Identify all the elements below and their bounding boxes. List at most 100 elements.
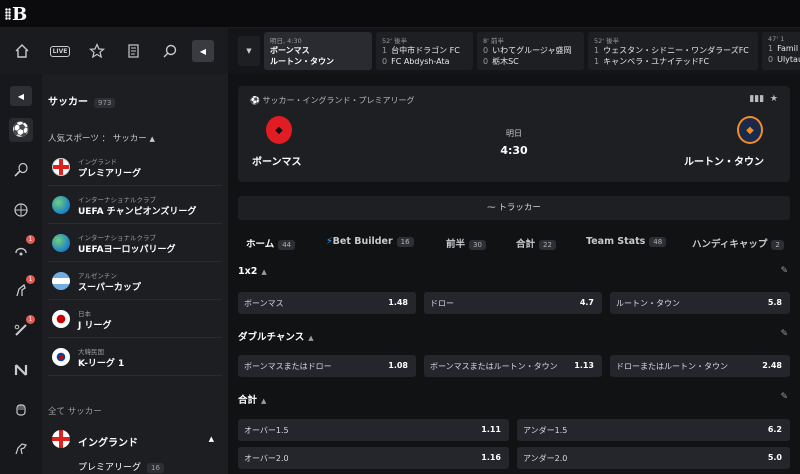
odds-button[interactable]: ルートン・タウン 5.8 (610, 292, 790, 314)
sidebar-league-k-league[interactable]: 大韓民国 K-リーグ 1 (48, 338, 222, 376)
odds-button[interactable]: ボーンマスまたはドロー 1.08 (238, 355, 416, 377)
market-title-double-chance[interactable]: ダブルチャンス ▲ (238, 329, 314, 343)
strip-match[interactable]: 52' 後半 1 台中市ドラゴン FC 0 FC Abdysh-Ata (376, 32, 473, 70)
star-icon[interactable]: ★ (770, 94, 778, 104)
tab-home[interactable]: ホーム 44 (246, 236, 296, 250)
market-title-total[interactable]: 合計 ▲ (238, 392, 266, 406)
top-bar: B (0, 0, 800, 28)
tennis-icon[interactable] (9, 158, 33, 182)
search-icon[interactable] (158, 40, 182, 62)
sidebar-league-super-cup[interactable]: アルゼンチン スーパーカップ (48, 262, 222, 300)
strip-away-score: 0 (483, 57, 489, 66)
tab-label: Team Stats (586, 236, 646, 247)
tracker-icon: ⁓ (487, 203, 496, 213)
odds-button[interactable]: ドロー 4.7 (424, 292, 602, 314)
odds-label: オーバー2.0 (244, 454, 289, 463)
header-actions: ▮▮▮ ★ (749, 94, 778, 104)
strip-match-time: 明日, 4:30 (270, 37, 302, 45)
horse-racing-icon[interactable]: 1 (9, 275, 35, 302)
sidebar-title-text: サッカー (48, 97, 88, 108)
sub-league-name: プレミアリーグ (78, 463, 142, 473)
sidebar-league-europa-league[interactable]: インターナショナルクラブ UEFAヨーロッパリーグ (48, 224, 222, 262)
sidebar-league-champions-league[interactable]: インターナショナルクラブ UEFA チャンピオンズリーグ (48, 186, 222, 224)
odds-label: ドロー (430, 299, 454, 308)
odds-value: 1.08 (388, 361, 408, 370)
tab-first-half[interactable]: 前半 30 (446, 236, 486, 250)
sports-rail: ⚽ 1 1 1 (0, 74, 42, 474)
tab-bet-builder[interactable]: ⚡Bet Builder 16 (326, 236, 414, 247)
sidebar-league-j-league[interactable]: 日本 J リーグ (48, 300, 222, 338)
match-header: ⚽ サッカー・イングランド・プレミアリーグ ▮▮▮ ★ ◆ ボーンマス 明日 4… (238, 86, 790, 182)
pin-icon[interactable]: ✎ (780, 392, 788, 402)
collapse-sidebar-button[interactable]: ◀ (192, 40, 214, 62)
odds-label: アンダー1.5 (523, 426, 568, 435)
betslip-icon[interactable] (122, 40, 146, 62)
basketball-icon[interactable] (9, 198, 33, 222)
sidebar-league-premier-league[interactable]: イングランド プレミアリーグ (48, 148, 222, 186)
pin-icon[interactable]: ✎ (780, 329, 788, 339)
odds-button[interactable]: アンダー1.5 6.2 (517, 419, 790, 441)
soccer-icon[interactable]: ⚽ (9, 118, 33, 142)
strip-match-away: ルートン・タウン (270, 57, 334, 66)
strip-match[interactable]: 明日, 4:30 ボーンマス ルートン・タウン (264, 32, 372, 70)
strip-match-time: 8' 前半 (483, 37, 504, 45)
brand-logo[interactable]: B (12, 4, 27, 25)
caret-up-icon: ▲ (261, 268, 267, 276)
nhl-icon[interactable] (9, 358, 33, 382)
odds-button[interactable]: ボーンマスまたはルートン・タウン 1.13 (424, 355, 602, 377)
live-button[interactable]: LIVE (48, 40, 72, 62)
main-content: ▼ 明日, 4:30 ボーンマス ルートン・タウン 52' 後半 1 台中市ドラゴ… (228, 28, 800, 474)
strip-home-score: 1 (594, 46, 600, 55)
odds-button[interactable]: アンダー2.0 5.0 (517, 447, 790, 469)
tab-handicap[interactable]: ハンディキャップ 2 (692, 236, 784, 250)
odds-label: ボーンマス (244, 299, 284, 308)
pin-icon[interactable]: ✎ (780, 266, 788, 276)
strip-match[interactable]: 8' 前半 0 いわてグルージャ盛岡 0 栃木SC (477, 32, 584, 70)
popular-label[interactable]: 人気スポーツ ： サッカー ▲ (48, 132, 155, 144)
caret-up-icon: ▲ (208, 435, 214, 443)
stats-icon[interactable]: ▮▮▮ (749, 94, 764, 104)
odds-value: 5.0 (767, 453, 782, 462)
strip-home-score: 1 (382, 46, 388, 55)
odds-label: アンダー2.0 (523, 454, 568, 463)
strip-dropdown-button[interactable]: ▼ (238, 36, 260, 66)
strip-match-home: いわてグルージャ盛岡 (492, 46, 572, 55)
strip-match[interactable]: 52' 後半 1 ウェスタン・シドニー・ワンダラーズFC 1 キャンベラ・ユナイテッ… (588, 32, 758, 70)
korea-flag-icon (52, 348, 70, 366)
league-country: 日本 (78, 310, 91, 318)
home-icon[interactable] (10, 40, 34, 62)
horse-icon[interactable] (9, 436, 33, 460)
england-flag-icon (52, 158, 70, 176)
away-team-crest: ◆ (737, 116, 763, 144)
tab-label: Bet Builder (332, 236, 393, 247)
tab-total[interactable]: 合計 22 (516, 236, 556, 250)
league-country: イングランド (78, 158, 117, 166)
glove-icon[interactable] (9, 398, 33, 422)
tab-team-stats[interactable]: Team Stats 48 (586, 236, 667, 247)
back-button[interactable]: ◀ (10, 86, 32, 106)
tracker-button[interactable]: ⁓ トラッカー (238, 196, 790, 220)
baseball-icon[interactable]: 1 (9, 315, 35, 342)
odds-button[interactable]: ボーンマス 1.48 (238, 292, 416, 314)
odds-button[interactable]: オーバー2.0 1.16 (238, 447, 509, 469)
odds-value: 2.48 (762, 361, 782, 370)
strip-match-home: Famil (777, 44, 799, 53)
odds-button[interactable]: オーバー1.5 1.11 (238, 419, 509, 441)
tab-count: 48 (649, 237, 667, 247)
odds-value: 1.16 (481, 453, 501, 462)
odds-button[interactable]: ドローまたはルートン・タウン 2.48 (610, 355, 790, 377)
strip-match-away: 栃木SC (492, 57, 519, 66)
country-row-england[interactable]: イングランド ▲ (48, 426, 222, 452)
globe-icon (52, 234, 70, 252)
star-icon[interactable] (85, 40, 109, 62)
esports-icon[interactable]: 1 (9, 235, 35, 262)
market-title-1x2[interactable]: 1x2 ▲ (238, 266, 267, 277)
chevron-left-icon: ◀ (17, 91, 25, 101)
caret-up-icon: ▲ (149, 135, 155, 143)
strip-match[interactable]: 47' 1 1Famil 0Ulytau (762, 32, 800, 70)
japan-flag-icon (52, 310, 70, 328)
england-flag-icon (52, 430, 70, 448)
sub-league-row[interactable]: プレミアリーグ 16 (78, 460, 164, 473)
odds-value: 1.13 (574, 361, 594, 370)
strip-match-away: Ulytau (777, 55, 800, 64)
